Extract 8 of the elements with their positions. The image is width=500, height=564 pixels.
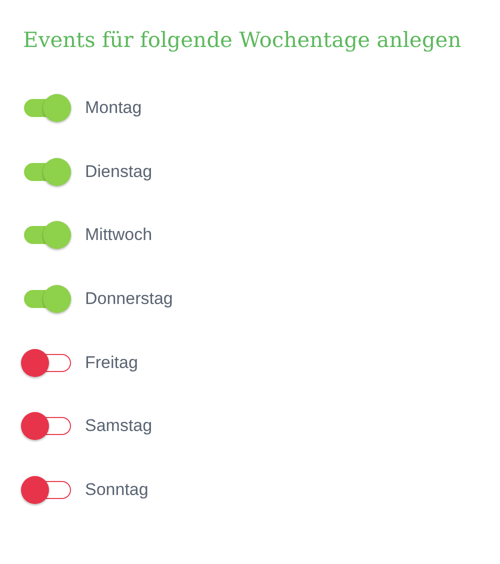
weekday-label: Mittwoch <box>85 225 152 246</box>
weekday-label: Samstag <box>85 416 152 436</box>
weekday-label: Montag <box>85 98 142 118</box>
weekday-label: Sonntag <box>85 480 148 500</box>
weekday-label: Freitag <box>85 352 138 373</box>
section-title: Events für folgende Wochentage anlegen <box>23 28 462 52</box>
weekday-label: Dienstag <box>85 162 152 182</box>
weekday-label: Donnerstag <box>85 289 173 310</box>
